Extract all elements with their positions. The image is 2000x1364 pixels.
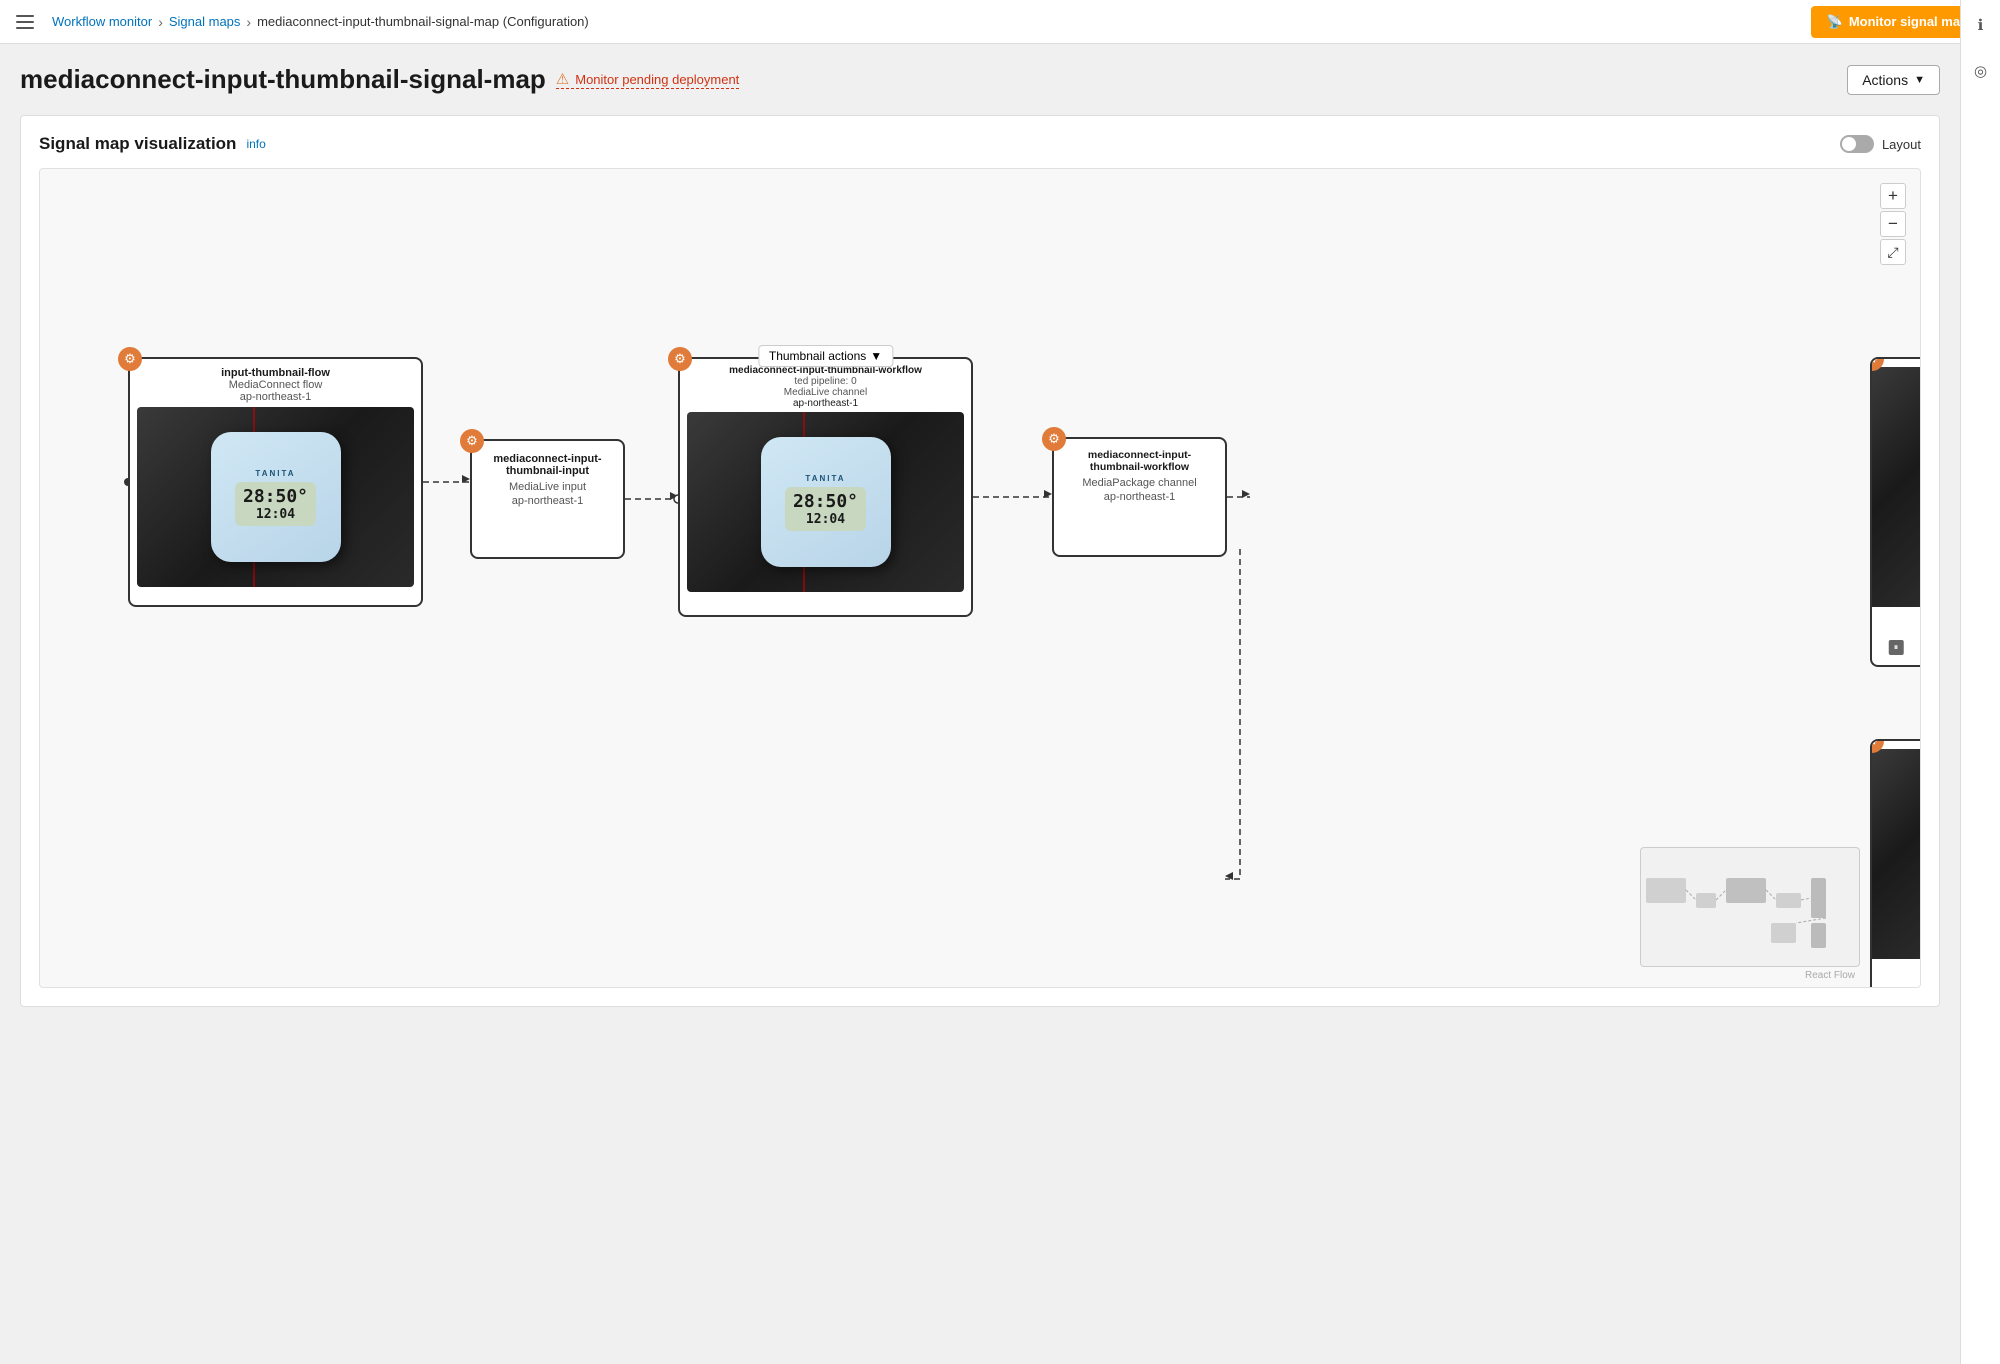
- layout-toggle: Layout: [1840, 135, 1921, 153]
- signal-map-header: Signal map visualization info Layout: [39, 134, 1921, 154]
- package-node[interactable]: ⚙ mediaconnect-input-thumbnail-workflow …: [1052, 437, 1227, 557]
- gear-icon-right-top: ⚙: [1870, 357, 1878, 367]
- input-node-badge: ⚙: [460, 429, 484, 453]
- zoom-controls: + − ⤢: [1880, 183, 1906, 265]
- clock-display-1: 28:50° 12:04: [235, 482, 316, 526]
- actions-label: Actions: [1862, 72, 1908, 88]
- pending-label: Monitor pending deployment: [575, 72, 739, 87]
- thumbnail-actions-button[interactable]: Thumbnail actions ▼: [758, 345, 893, 367]
- input-node-region: ap-northeast-1: [482, 495, 613, 507]
- page-title-row: mediaconnect-input-thumbnail-signal-map …: [20, 64, 1940, 95]
- clock-device-2: TANITA 28:50° 12:04: [761, 437, 891, 567]
- clock-brand-1: TANITA: [255, 469, 295, 478]
- right-node-top-inner: [1872, 367, 1920, 607]
- actions-button[interactable]: Actions ▼: [1847, 65, 1940, 95]
- package-node-content: mediaconnect-input-thumbnail-workflow Me…: [1054, 439, 1225, 513]
- layout-label: Layout: [1882, 137, 1921, 152]
- right-node-top: ⚙ ⏸: [1870, 357, 1920, 667]
- clock-display-2: 28:50° 12:04: [785, 487, 866, 531]
- input-node-name: mediaconnect-input-thumbnail-input: [482, 453, 613, 477]
- react-flow-label: React Flow: [1805, 970, 1855, 981]
- breadcrumb-current: mediaconnect-input-thumbnail-signal-map …: [257, 14, 589, 29]
- package-node-region: ap-northeast-1: [1062, 491, 1217, 503]
- hamburger-menu[interactable]: [16, 15, 34, 29]
- clock-temp-2: 28:50°: [793, 491, 858, 512]
- gear-icon-flow: ⚙: [124, 351, 136, 367]
- thumbnail-actions-label: Thumbnail actions: [769, 349, 866, 363]
- info-icon: ℹ: [1978, 16, 1984, 34]
- minimap: [1640, 847, 1860, 967]
- zoom-fit-button[interactable]: ⤢: [1880, 239, 1906, 265]
- breadcrumb-signal-maps[interactable]: Signal maps: [169, 14, 241, 29]
- channel-node-region: ap-northeast-1: [686, 398, 965, 409]
- input-node-content: mediaconnect-input-thumbnail-input Media…: [472, 441, 623, 519]
- channel-status: ted pipeline: 0: [794, 376, 856, 387]
- pause-badge: ⏸: [1889, 640, 1904, 655]
- top-bar-left: Workflow monitor › Signal maps › mediaco…: [16, 14, 589, 30]
- breadcrumb-separator-1: ›: [158, 14, 163, 30]
- flow-node-badge: ⚙: [118, 347, 142, 371]
- package-node-name: mediaconnect-input-thumbnail-workflow: [1062, 449, 1217, 473]
- zoom-out-button[interactable]: −: [1880, 211, 1906, 237]
- package-node-type: MediaPackage channel: [1062, 477, 1217, 489]
- actions-arrow-icon: ▼: [1914, 74, 1925, 86]
- location-icon-btn[interactable]: ◎: [1966, 56, 1996, 86]
- monitor-btn-label: Monitor signal map: [1849, 14, 1968, 29]
- info-link[interactable]: info: [246, 137, 265, 151]
- pending-badge[interactable]: ⚠ Monitor pending deployment: [556, 70, 740, 89]
- viz-canvas: ⚙ input-thumbnail-flow MediaConnect flow…: [39, 168, 1921, 988]
- monitor-signal-map-button[interactable]: 📡 Monitor signal map: [1811, 6, 1984, 38]
- clock-time-1: 12:04: [243, 507, 308, 522]
- flow-node[interactable]: ⚙ input-thumbnail-flow MediaConnect flow…: [128, 357, 423, 607]
- top-bar: Workflow monitor › Signal maps › mediaco…: [0, 0, 2000, 44]
- channel-node-type: MediaLive channel: [686, 387, 965, 398]
- channel-node[interactable]: ⚙ Thumbnail actions ▼ mediaconnect-input…: [678, 357, 973, 617]
- input-node[interactable]: ⚙ mediaconnect-input-thumbnail-input Med…: [470, 439, 625, 559]
- signal-map-card: Signal map visualization info Layout: [20, 115, 1940, 1007]
- thumbnail-actions-arrow: ▼: [870, 349, 882, 363]
- page-title: mediaconnect-input-thumbnail-signal-map: [20, 64, 546, 95]
- info-icon-btn[interactable]: ℹ: [1966, 10, 1996, 40]
- input-node-type: MediaLive input: [482, 481, 613, 493]
- page-title-group: mediaconnect-input-thumbnail-signal-map …: [20, 64, 739, 95]
- signal-map-title-row: Signal map visualization info: [39, 134, 266, 154]
- channel-node-badge: ⚙: [668, 347, 692, 371]
- breadcrumb-workflow-monitor[interactable]: Workflow monitor: [52, 14, 152, 29]
- layout-toggle-switch[interactable]: [1840, 135, 1874, 153]
- flow-thumbnail: TANITA 28:50° 12:04: [137, 407, 414, 587]
- gear-icon-package: ⚙: [1048, 431, 1060, 447]
- signal-map-title: Signal map visualization: [39, 134, 236, 154]
- clock-temp-1: 28:50°: [243, 486, 308, 507]
- gear-icon-channel: ⚙: [674, 351, 686, 367]
- zoom-in-button[interactable]: +: [1880, 183, 1906, 209]
- channel-thumbnail: TANITA 28:50° 12:04: [687, 412, 964, 592]
- right-node-bottom: ⚙: [1870, 739, 1920, 988]
- sidebar-right: ℹ ◎: [1960, 0, 2000, 1364]
- page-content: mediaconnect-input-thumbnail-signal-map …: [0, 44, 1960, 1027]
- clock-brand-2: TANITA: [805, 474, 845, 483]
- breadcrumb-separator-2: ›: [246, 14, 251, 30]
- right-node-bottom-inner: [1872, 749, 1920, 959]
- gear-icon-input: ⚙: [466, 433, 478, 449]
- gear-icon-right-bottom: ⚙: [1870, 739, 1878, 749]
- minimap-svg: [1641, 848, 1859, 966]
- clock-time-2: 12:04: [793, 512, 858, 527]
- flow-node-name: input-thumbnail-flow: [136, 367, 415, 379]
- flow-node-header: input-thumbnail-flow MediaConnect flow a…: [130, 359, 421, 407]
- warning-icon: ⚠: [556, 70, 569, 88]
- flow-node-region: ap-northeast-1: [136, 391, 415, 403]
- flow-node-type: MediaConnect flow: [136, 379, 415, 391]
- package-node-badge: ⚙: [1042, 427, 1066, 451]
- location-icon: ◎: [1974, 62, 1987, 80]
- clock-device-1: TANITA 28:50° 12:04: [211, 432, 341, 562]
- monitor-btn-icon: 📡: [1827, 14, 1843, 30]
